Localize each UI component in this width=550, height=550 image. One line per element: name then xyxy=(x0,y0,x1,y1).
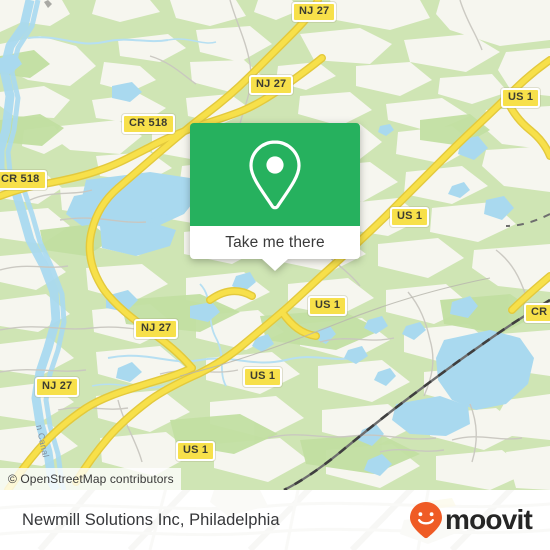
road-shield: US 1 xyxy=(308,296,348,316)
moovit-smiley-pin-icon xyxy=(410,502,443,539)
map-canvas[interactable]: NJ 27 NJ 27 CR 518 CR 518 US 1 US 1 US 1… xyxy=(0,0,550,490)
road-shield: NJ 27 xyxy=(35,377,80,397)
place-title: Newmill Solutions Inc, Philadelphia xyxy=(22,510,280,529)
callout-action-panel[interactable]: Take me there xyxy=(190,226,360,259)
location-callout[interactable]: Take me there xyxy=(190,123,360,271)
callout-pin-panel xyxy=(190,123,360,226)
map-attribution[interactable]: © OpenStreetMap contributors xyxy=(0,468,181,490)
callout-tail xyxy=(262,259,288,271)
moovit-wordmark: moovit xyxy=(445,504,533,535)
map-pin-icon xyxy=(249,139,301,209)
road-shield: NJ 27 xyxy=(292,2,337,22)
road-shield: NJ 27 xyxy=(249,75,294,95)
road-shield: CR 518 xyxy=(122,114,175,134)
take-me-there-label: Take me there xyxy=(225,233,325,251)
moovit-logo[interactable]: moovit xyxy=(409,501,533,539)
road-shield: US 1 xyxy=(501,88,541,108)
road-shield: CR 518 xyxy=(0,170,47,190)
attribution-text: © OpenStreetMap contributors xyxy=(8,472,174,486)
moovit-map-screenshot: NJ 27 NJ 27 CR 518 CR 518 US 1 US 1 US 1… xyxy=(0,0,550,550)
footer-bar: Newmill Solutions Inc, Philadelphia moov… xyxy=(0,490,550,550)
road-shield: CR 5 xyxy=(524,303,550,323)
road-shield: US 1 xyxy=(243,367,283,387)
road-shield: US 1 xyxy=(176,441,216,461)
road-shield: NJ 27 xyxy=(134,319,179,339)
road-shield: US 1 xyxy=(390,207,430,227)
